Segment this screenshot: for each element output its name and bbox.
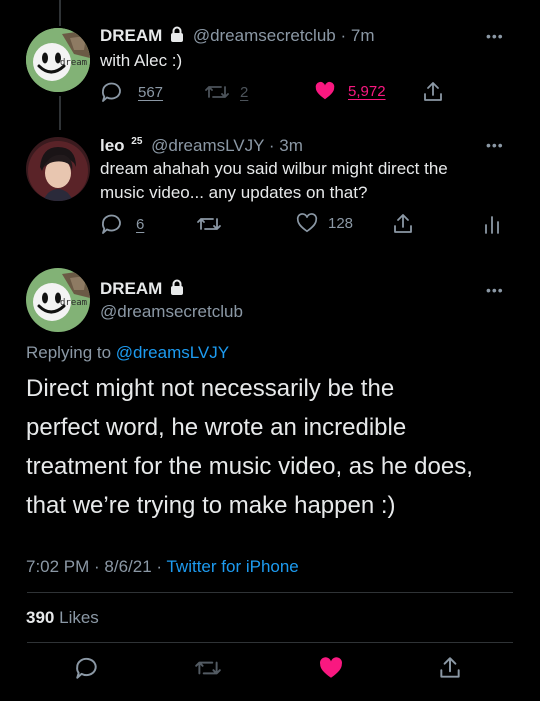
anime-portrait-icon [26,137,90,201]
avatar-leo[interactable] [26,137,90,201]
likes-count: 390 [26,608,55,627]
like-action[interactable]: 5,972 [314,80,386,102]
like-action[interactable]: 128 [296,212,353,234]
like-count: 128 [328,214,354,232]
tweet-text: with Alec :) [100,51,183,70]
retweet-icon[interactable] [196,212,222,236]
reply-icon [101,214,121,234]
avatar-label: dream [60,58,88,68]
lock-icon [171,279,184,295]
avatar-dream[interactable]: dream [26,28,90,92]
user-handle[interactable]: @dreamsLVJY [151,136,264,155]
share-icon[interactable] [437,655,463,681]
user-handle[interactable]: @dreamsecretclub [100,302,243,322]
heart-filled-icon[interactable] [317,655,345,681]
divider-top [27,592,513,593]
heart-outline-icon [296,213,318,233]
main-text-line-2: perfect word, he wrote an incredible [26,414,407,441]
thread-line-top [59,0,61,26]
tweet-time: · 3m [268,136,303,155]
tweet-text-line-2: music video... any updates on that? [100,183,368,202]
reply-count: 567 [138,83,164,101]
retweet-count: 2 [240,83,249,101]
user-handle[interactable]: @dreamsecretclub [193,26,336,45]
replying-to-label: Replying to [26,343,112,362]
tweet-text-line-1: dream ahahah you said wilbur might direc… [100,159,448,178]
tweet-time: · 7m [340,26,375,45]
replying-to: Replying to @dreamsLVJY [26,343,229,363]
display-name[interactable]: leo [100,136,125,155]
main-text-line-3: treatment for the music video, as he doe… [26,453,473,480]
reply-icon[interactable] [74,655,100,681]
tweet1-header: DREAM @dreamsecretclub · 7m [100,26,374,46]
likes-label: Likes [59,608,99,627]
reply-count: 6 [136,215,145,233]
main-text-line-1: Direct might not necessarily be the [26,375,395,402]
tweet-metadata: 7:02 PM · 8/6/21 · Twitter for iPhone [26,557,299,577]
reply-action[interactable]: 567 [100,80,163,104]
avatar-label: dream [60,298,88,308]
reply-icon [101,82,121,102]
display-name[interactable]: DREAM [100,279,162,298]
main-author-name: DREAM [100,279,184,299]
tweet-source[interactable]: Twitter for iPhone [166,557,298,576]
replying-to-handle[interactable]: @dreamsLVJY [116,343,229,362]
retweet-action[interactable]: 2 [204,80,248,104]
likes-summary[interactable]: 390 Likes [26,608,99,628]
like-count: 5,972 [348,82,386,100]
more-options-icon[interactable]: ••• [486,28,504,44]
analytics-icon[interactable] [483,212,503,236]
more-options-icon[interactable]: ••• [486,137,504,153]
tweet2-header: leo 25 @dreamsLVJY · 3m [100,136,303,156]
thread-line-middle [59,96,61,130]
more-options-icon[interactable]: ••• [486,282,504,298]
retweet-icon [205,86,229,98]
lock-icon [171,26,184,42]
avatar-dream[interactable]: dream [26,268,90,332]
heart-filled-icon [315,81,335,100]
divider-bottom [27,642,513,643]
timestamp[interactable]: 7:02 PM · 8/6/21 · [26,557,166,576]
share-icon[interactable] [421,80,445,104]
name-badge: 25 [131,136,143,148]
display-name[interactable]: DREAM [100,26,162,45]
retweet-icon[interactable] [194,655,222,681]
main-text-line-4: that we’re trying to make happen :) [26,492,396,519]
share-icon[interactable] [391,212,415,236]
reply-action[interactable]: 6 [100,212,144,236]
